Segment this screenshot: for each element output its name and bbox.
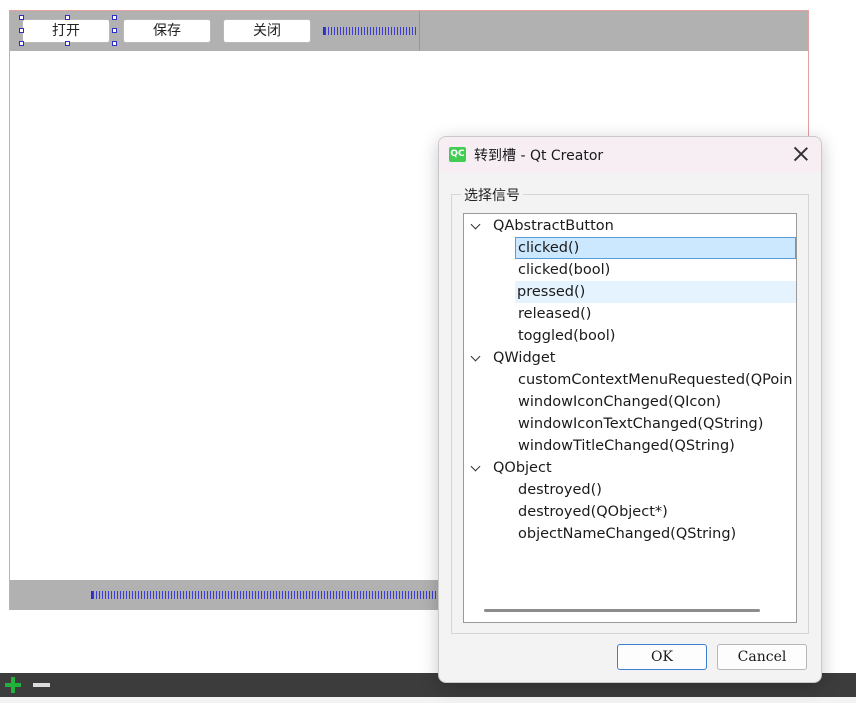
resize-handle[interactable] xyxy=(19,15,24,20)
resize-handle[interactable] xyxy=(19,28,24,33)
horizontal-scrollbar[interactable] xyxy=(484,609,760,612)
form-toolbar[interactable]: 打开 保存 关闭 xyxy=(10,11,808,51)
close-tool-button[interactable]: 关闭 xyxy=(223,19,311,43)
add-icon[interactable] xyxy=(4,676,22,694)
tree-signal-item[interactable]: clicked() xyxy=(464,237,796,259)
tree-signal-item[interactable]: clicked(bool) xyxy=(464,259,796,281)
tree-signal-item[interactable]: objectNameChanged(QString) xyxy=(464,523,796,545)
close-icon[interactable] xyxy=(791,144,811,164)
tree-signal-item[interactable]: released() xyxy=(464,303,796,325)
chevron-down-icon[interactable] xyxy=(470,219,481,230)
signal-tree[interactable]: QAbstractButton clicked() clicked(bool) … xyxy=(463,213,797,623)
resize-handle[interactable] xyxy=(19,41,24,46)
dialog-titlebar[interactable]: QC 转到槽 - Qt Creator xyxy=(439,137,821,173)
save-tool-button[interactable]: 保存 xyxy=(123,19,211,43)
go-to-slot-dialog: QC 转到槽 - Qt Creator 选择信号 QAbstractButton… xyxy=(438,136,822,683)
resize-handle[interactable] xyxy=(112,15,117,20)
toolbar-spacer xyxy=(323,27,418,35)
resize-handle[interactable] xyxy=(112,28,117,33)
chevron-down-icon[interactable] xyxy=(470,461,481,472)
tree-class-item[interactable]: QWidget xyxy=(464,347,796,369)
group-label: 选择信号 xyxy=(461,185,523,205)
statusbar-spacer xyxy=(91,591,441,599)
tree-signal-item[interactable]: windowTitleChanged(QString) xyxy=(464,435,796,457)
cancel-button[interactable]: Cancel xyxy=(717,644,807,670)
tree-signal-item[interactable]: destroyed() xyxy=(464,479,796,501)
tree-class-item[interactable]: QObject xyxy=(464,457,796,479)
open-tool-button[interactable]: 打开 xyxy=(22,19,110,43)
tree-signal-item[interactable]: windowIconTextChanged(QString) xyxy=(464,413,796,435)
tree-signal-item[interactable]: customContextMenuRequested(QPoin xyxy=(464,369,796,391)
tree-signal-item[interactable]: pressed() xyxy=(464,281,796,303)
chevron-down-icon[interactable] xyxy=(470,351,481,362)
ok-button[interactable]: OK xyxy=(617,644,707,670)
dialog-title: 转到槽 - Qt Creator xyxy=(474,148,604,164)
tree-class-item[interactable]: QAbstractButton xyxy=(464,215,796,237)
resize-handle[interactable] xyxy=(65,41,70,46)
tree-signal-item[interactable]: toggled(bool) xyxy=(464,325,796,347)
resize-handle[interactable] xyxy=(112,41,117,46)
bottom-strip-edge xyxy=(0,697,856,703)
remove-icon[interactable] xyxy=(33,683,50,687)
resize-handle[interactable] xyxy=(65,15,70,20)
tree-signal-item[interactable]: windowIconChanged(QIcon) xyxy=(464,391,796,413)
qt-creator-icon: QC xyxy=(449,147,466,162)
tree-signal-item[interactable]: destroyed(QObject*) xyxy=(464,501,796,523)
